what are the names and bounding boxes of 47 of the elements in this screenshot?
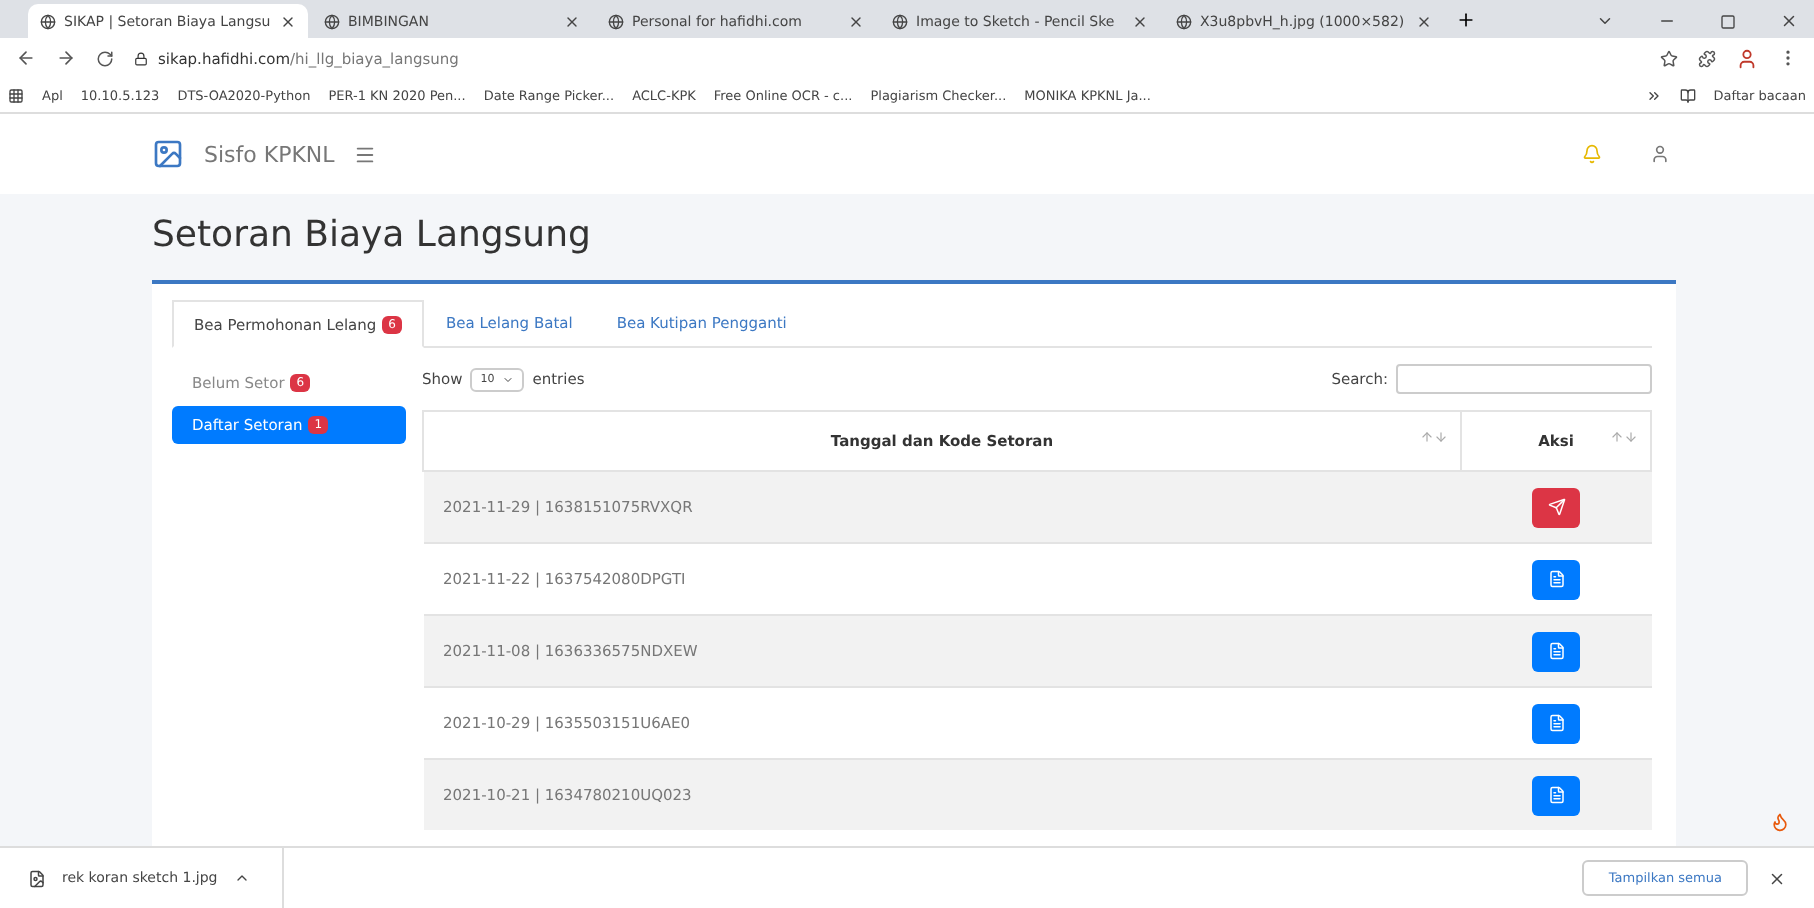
close-icon[interactable] <box>1768 869 1786 887</box>
search-field[interactable] <box>1396 364 1652 394</box>
apps-icon <box>8 87 24 103</box>
sort-icon <box>1610 430 1638 444</box>
page-title: Setoran Biaya Langsung <box>152 214 593 256</box>
globe-icon <box>40 13 56 29</box>
close-icon[interactable] <box>1780 12 1798 30</box>
file-icon <box>28 869 46 887</box>
logo-icon <box>152 138 184 170</box>
globe-icon <box>892 13 908 29</box>
action-button[interactable] <box>1532 559 1580 599</box>
action-button[interactable] <box>1532 631 1580 671</box>
document-icon <box>1547 642 1565 660</box>
globe-icon <box>324 13 340 29</box>
user-icon[interactable] <box>1650 144 1670 164</box>
globe-icon <box>608 13 624 29</box>
reading-list-icon <box>1679 87 1696 103</box>
flame-icon <box>1770 812 1790 832</box>
document-icon <box>1547 786 1565 804</box>
more-icon[interactable] <box>1645 87 1662 103</box>
brand-name[interactable]: Sisfo KPKNL <box>204 141 335 167</box>
sort-icon <box>1420 430 1448 444</box>
globe-icon <box>1176 13 1192 29</box>
close-icon[interactable] <box>1132 13 1148 29</box>
new-tab-icon[interactable] <box>1456 10 1476 30</box>
action-button[interactable] <box>1532 487 1580 527</box>
caret-icon[interactable] <box>233 870 250 886</box>
menu-icon[interactable] <box>354 143 377 165</box>
document-icon <box>1547 570 1565 588</box>
close-icon[interactable] <box>564 13 580 29</box>
close-icon[interactable] <box>280 13 296 29</box>
extension-icon[interactable] <box>1698 49 1716 67</box>
lock-icon <box>134 51 148 65</box>
action-button[interactable] <box>1532 703 1580 743</box>
maximize-icon[interactable] <box>1720 13 1736 29</box>
reload-icon[interactable] <box>96 49 114 67</box>
send-icon <box>1547 498 1565 516</box>
close-icon[interactable] <box>1416 13 1432 29</box>
action-button[interactable] <box>1532 775 1580 815</box>
caret-icon <box>502 373 515 385</box>
back-icon[interactable] <box>16 48 36 68</box>
close-icon[interactable] <box>848 13 864 29</box>
document-icon <box>1547 714 1565 732</box>
tab-search-icon[interactable] <box>1596 12 1614 30</box>
profile-icon[interactable] <box>1736 47 1758 69</box>
forward-icon[interactable] <box>56 48 76 68</box>
star-icon[interactable] <box>1660 49 1678 67</box>
